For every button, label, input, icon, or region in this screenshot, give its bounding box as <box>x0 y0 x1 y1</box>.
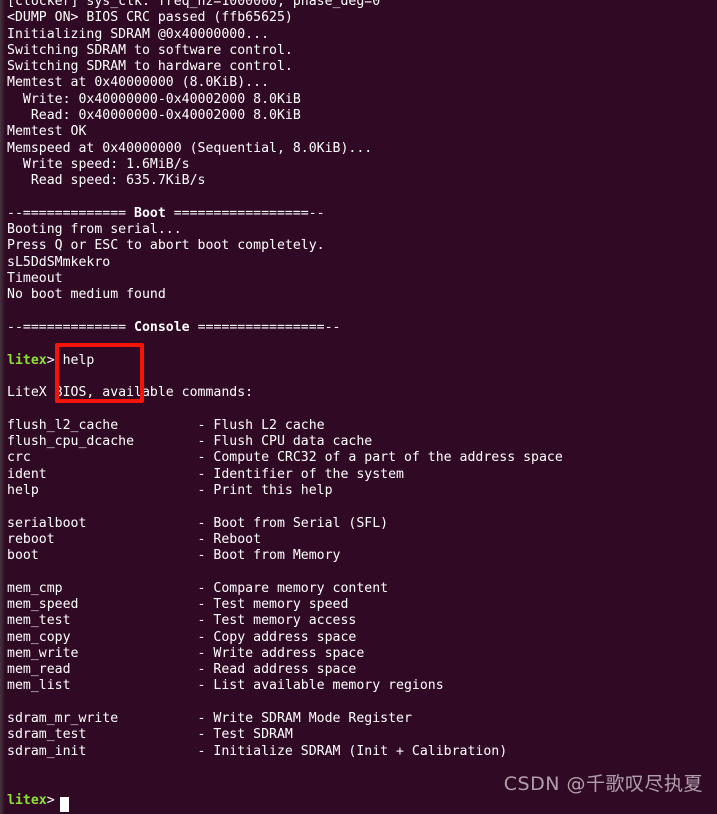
command-row: mem_speed - Test memory speed <box>7 596 349 612</box>
command-row: mem_write - Write address space <box>7 645 365 661</box>
command-row: mem_cmp - Compare memory content <box>7 580 389 596</box>
boot-log-line: [clocker] sys_clk: freq_hz=1000000, phas… <box>7 0 381 9</box>
text-cursor <box>60 797 69 812</box>
console-section-header: --============= Console ================… <box>7 319 341 335</box>
command-row: sdram_init - Initialize SDRAM (Init + Ca… <box>7 743 508 759</box>
csdn-watermark: CSDN @千歌叹尽执夏 <box>503 772 703 795</box>
boot-log-line: Write: 0x40000000-0x40002000 8.0KiB <box>7 91 301 107</box>
boot-log-line: <DUMP ON> BIOS CRC passed (ffb65625) <box>7 10 293 26</box>
command-row: mem_list - List available memory regions <box>7 678 444 694</box>
boot-log-line: Read speed: 635.7KiB/s <box>7 173 206 189</box>
command-row: help - Print this help <box>7 482 333 498</box>
boot-log-line: Memspeed at 0x40000000 (Sequential, 8.0K… <box>7 140 373 156</box>
command-row: mem_read - Read address space <box>7 662 357 678</box>
annotation-rectangle <box>55 343 144 403</box>
command-row: serialboot - Boot from Serial (SFL) <box>7 515 389 531</box>
boot-log-line: Switching SDRAM to software control. <box>7 42 293 58</box>
boot-section-line: Timeout <box>7 271 63 287</box>
boot-section-line: Press Q or ESC to abort boot completely. <box>7 238 325 254</box>
boot-section-line: sL5DdSMmkekro <box>7 254 111 270</box>
command-row: flush_cpu_dcache - Flush CPU data cache <box>7 434 373 450</box>
boot-log-line <box>7 190 563 206</box>
boot-log-line: Write speed: 1.6MiB/s <box>7 156 190 172</box>
final-prompt-line: litex> <box>7 792 55 808</box>
boot-log-line: Read: 0x40000000-0x40002000 8.0KiB <box>7 108 301 124</box>
boot-log-line: Memtest OK <box>7 124 87 140</box>
command-row: mem_test - Test memory access <box>7 613 357 629</box>
terminal-output: [clocker] sys_clk: freq_hz=1000000, phas… <box>7 0 563 809</box>
terminal-window[interactable]: [clocker] sys_clk: freq_hz=1000000, phas… <box>0 0 717 814</box>
boot-log-line: Memtest at 0x40000000 (8.0KiB)... <box>7 75 270 91</box>
window-left-edge <box>0 0 5 814</box>
command-row: boot - Boot from Memory <box>7 548 341 564</box>
command-row: mem_copy - Copy address space <box>7 629 357 645</box>
boot-section-line: Booting from serial... <box>7 222 182 238</box>
boot-section-line: No boot medium found <box>7 287 166 303</box>
command-row: ident - Identifier of the system <box>7 466 404 482</box>
boot-log-line: Switching SDRAM to hardware control. <box>7 59 293 75</box>
boot-section-header: --============= Boot =================-- <box>7 205 325 221</box>
command-row: reboot - Reboot <box>7 531 262 547</box>
boot-log-line: Initializing SDRAM @0x40000000... <box>7 26 270 42</box>
boot-section-line <box>7 304 563 320</box>
command-row: crc - Compute CRC32 of a part of the add… <box>7 450 563 466</box>
command-row: sdram_mr_write - Write SDRAM Mode Regist… <box>7 711 412 727</box>
command-row: sdram_test - Test SDRAM <box>7 727 293 743</box>
command-row: flush_l2_cache - Flush L2 cache <box>7 417 325 433</box>
